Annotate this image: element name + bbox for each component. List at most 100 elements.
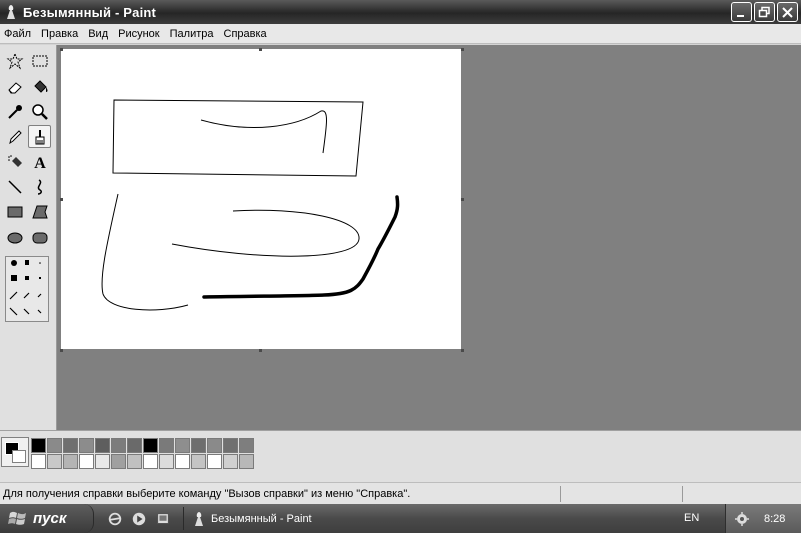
color-swatch[interactable] bbox=[191, 454, 206, 469]
star-select-icon bbox=[6, 52, 23, 69]
brush-shapes-icon bbox=[9, 260, 42, 316]
start-button[interactable]: пуск bbox=[0, 504, 94, 533]
color-swatch[interactable] bbox=[47, 438, 62, 453]
color-swatch[interactable] bbox=[239, 438, 254, 453]
menu-file[interactable]: Файл bbox=[0, 28, 36, 40]
color-swatch[interactable] bbox=[63, 438, 78, 453]
color-swatch[interactable] bbox=[175, 454, 190, 469]
drawing-canvas[interactable] bbox=[61, 49, 461, 349]
color-swatch[interactable] bbox=[111, 454, 126, 469]
free-select-tool[interactable] bbox=[3, 49, 26, 72]
color-swatch[interactable] bbox=[191, 438, 206, 453]
menu-image[interactable]: Рисунок bbox=[113, 28, 165, 40]
current-colors[interactable] bbox=[1, 437, 29, 467]
color-swatch[interactable] bbox=[159, 454, 174, 469]
color-swatch[interactable] bbox=[175, 438, 190, 453]
color-picker-tool[interactable] bbox=[3, 100, 26, 123]
brush-tool[interactable] bbox=[28, 125, 51, 148]
curve-tool[interactable] bbox=[28, 175, 51, 198]
color-swatch[interactable] bbox=[223, 454, 238, 469]
quick-launch-desktop[interactable] bbox=[154, 510, 172, 528]
color-palette-bar bbox=[0, 430, 801, 482]
color-swatch[interactable] bbox=[223, 438, 238, 453]
close-button[interactable] bbox=[777, 2, 798, 22]
clock[interactable]: 8:28 bbox=[764, 513, 785, 525]
color-swatch[interactable] bbox=[31, 454, 46, 469]
rect-select-tool[interactable] bbox=[28, 49, 51, 72]
color-swatch[interactable] bbox=[143, 454, 158, 469]
system-tray: 8:28 bbox=[725, 504, 801, 533]
show-desktop-icon bbox=[157, 513, 169, 524]
maximize-button[interactable] bbox=[754, 2, 775, 22]
color-swatch[interactable] bbox=[111, 438, 126, 453]
text-tool[interactable]: A bbox=[28, 150, 51, 173]
magnifier-tool[interactable] bbox=[28, 100, 51, 123]
windows-logo-icon bbox=[8, 511, 26, 525]
resize-handle[interactable] bbox=[259, 349, 262, 352]
color-swatch[interactable] bbox=[159, 438, 174, 453]
paint-app-icon bbox=[7, 5, 15, 19]
color-swatch[interactable] bbox=[47, 454, 62, 469]
color-swatches bbox=[31, 438, 255, 470]
polygon-icon bbox=[31, 205, 48, 218]
drawn-curve-inner bbox=[200, 110, 327, 154]
brush-icon bbox=[35, 129, 44, 144]
quick-launch-browser[interactable] bbox=[106, 510, 124, 528]
status-help-text: Для получения справки выберите команду "… bbox=[3, 487, 411, 500]
color-swatch[interactable] bbox=[127, 438, 142, 453]
resize-handle[interactable] bbox=[461, 198, 464, 201]
polygon-tool[interactable] bbox=[28, 200, 51, 223]
color-swatch[interactable] bbox=[207, 438, 222, 453]
color-swatch[interactable] bbox=[143, 438, 158, 453]
taskbar-paint-button[interactable]: Безымянный - Paint bbox=[183, 507, 353, 530]
line-icon bbox=[7, 179, 22, 194]
resize-handle[interactable] bbox=[461, 349, 464, 352]
curve-icon bbox=[37, 178, 42, 195]
menu-colors[interactable]: Палитра bbox=[165, 28, 219, 40]
title-bar[interactable]: Безымянный - Paint bbox=[0, 0, 801, 24]
minimize-button[interactable] bbox=[731, 2, 752, 22]
menu-edit[interactable]: Правка bbox=[36, 28, 83, 40]
color-swatch[interactable] bbox=[95, 438, 110, 453]
fill-tool[interactable] bbox=[28, 75, 51, 98]
status-bar: Для получения справки выберите команду "… bbox=[0, 482, 801, 504]
line-tool[interactable] bbox=[3, 175, 26, 198]
ellipse-icon bbox=[7, 232, 22, 243]
menu-help[interactable]: Справка bbox=[219, 28, 272, 40]
drawing-strokes bbox=[101, 99, 400, 311]
start-label: пуск bbox=[33, 510, 67, 527]
taskbar-button-label: Безымянный - Paint bbox=[211, 512, 312, 525]
rectangle-tool[interactable] bbox=[3, 200, 26, 223]
color-swatch[interactable] bbox=[207, 454, 222, 469]
network-icon[interactable] bbox=[734, 511, 750, 527]
drawn-quadrilateral bbox=[112, 99, 364, 177]
background-color bbox=[12, 450, 26, 463]
menu-bar: Файл Правка Вид Рисунок Палитра Справка bbox=[0, 24, 801, 44]
drawn-loop bbox=[171, 209, 360, 257]
color-swatch[interactable] bbox=[239, 454, 254, 469]
color-swatch[interactable] bbox=[31, 438, 46, 453]
ellipse-tool[interactable] bbox=[3, 226, 26, 249]
eraser-tool[interactable] bbox=[3, 75, 26, 98]
resize-handle bbox=[60, 198, 63, 201]
color-swatch[interactable] bbox=[63, 454, 78, 469]
airbrush-tool[interactable] bbox=[3, 150, 26, 173]
status-separator bbox=[682, 486, 683, 502]
color-swatch[interactable] bbox=[127, 454, 142, 469]
menu-view[interactable]: Вид bbox=[83, 28, 113, 40]
color-swatch[interactable] bbox=[79, 438, 94, 453]
resize-handle bbox=[60, 349, 63, 352]
resize-handle bbox=[60, 48, 63, 51]
eyedropper-icon bbox=[7, 104, 22, 119]
text-icon: A bbox=[34, 155, 46, 171]
svg-text:A: A bbox=[34, 155, 46, 171]
color-swatch[interactable] bbox=[95, 454, 110, 469]
color-swatch[interactable] bbox=[79, 454, 94, 469]
toolbox: A bbox=[0, 45, 57, 430]
quick-launch-media[interactable] bbox=[130, 510, 148, 528]
rounded-rect-tool[interactable] bbox=[28, 226, 51, 249]
pencil-tool[interactable] bbox=[3, 125, 26, 148]
language-indicator[interactable]: EN bbox=[684, 512, 699, 524]
tool-options[interactable] bbox=[5, 256, 49, 322]
rect-select-icon bbox=[32, 55, 47, 66]
